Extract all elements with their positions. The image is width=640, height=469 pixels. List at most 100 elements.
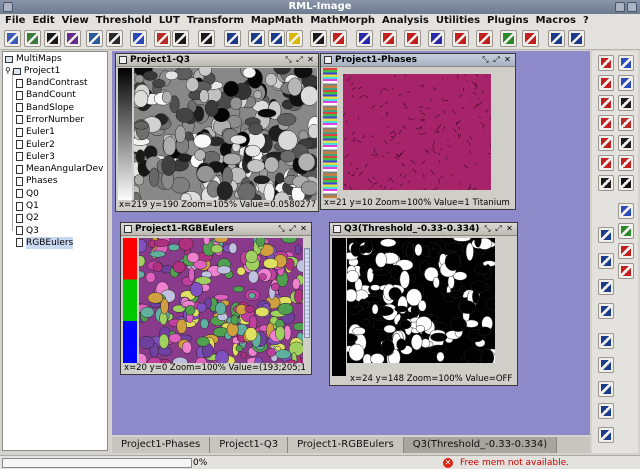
map6-tool[interactable] <box>598 357 614 373</box>
image5-button[interactable] <box>476 30 493 47</box>
menu-edit[interactable]: Edit <box>32 14 54 28</box>
roi2-button[interactable] <box>248 30 265 47</box>
image3-button[interactable] <box>428 30 445 47</box>
tab-project1-rgbeulers[interactable]: Project1-RGBEulers <box>288 437 404 453</box>
duplicate-button[interactable] <box>86 30 103 47</box>
maximize-icon[interactable]: ⤢ <box>492 56 501 65</box>
circle-tool[interactable] <box>618 175 634 191</box>
frame-header[interactable]: Project1-Q3 ⤡ ⤢ ✕ <box>116 54 318 67</box>
map7-tool[interactable] <box>598 381 614 397</box>
frame-header[interactable]: Project1-Phases ⤡ ⤢ ✕ <box>321 54 515 67</box>
tree-item-rgbeulers[interactable]: RGBEulers <box>16 236 74 249</box>
spectrum-tool[interactable] <box>618 115 634 131</box>
select-ellipse-tool[interactable] <box>598 75 614 91</box>
math-button[interactable] <box>330 30 347 47</box>
macro-button[interactable] <box>548 30 565 47</box>
crop-tool[interactable] <box>598 135 614 151</box>
map4-tool[interactable] <box>598 303 614 319</box>
zoom-button[interactable] <box>522 30 539 47</box>
filter-button[interactable] <box>356 30 373 47</box>
roi3-button[interactable] <box>268 30 285 47</box>
frame-phases[interactable]: Project1-Phases ⤡ ⤢ ✕ x=21 y=10 Zoom=100% … <box>320 53 516 210</box>
histogram-button[interactable] <box>172 30 189 47</box>
ring-tool[interactable] <box>618 223 634 239</box>
arrow-left-tool[interactable] <box>618 55 634 71</box>
tree-item-bandslope[interactable]: BandSlope <box>16 102 74 114</box>
close-icon[interactable]: ✕ <box>299 225 308 234</box>
menu-threshold[interactable]: Threshold <box>96 14 152 28</box>
iconify-icon[interactable]: ⤡ <box>481 56 490 65</box>
menu-help[interactable]: ? <box>583 14 589 28</box>
menu-view[interactable]: View <box>62 14 89 28</box>
square-tool[interactable] <box>598 155 614 171</box>
note-button[interactable] <box>286 30 303 47</box>
frame-menu-icon[interactable] <box>119 56 127 64</box>
image4-button[interactable] <box>452 30 469 47</box>
hkl-tool[interactable] <box>618 243 634 259</box>
maximize-icon[interactable]: ⤢ <box>288 225 297 234</box>
vertical-scrollbar[interactable] <box>304 248 310 338</box>
expand-icon[interactable]: ⚲ <box>5 65 11 77</box>
tree-item-q0[interactable]: Q0 <box>16 188 39 200</box>
tree-item-errornumber[interactable]: ErrorNumber <box>16 114 84 126</box>
map5-tool[interactable] <box>598 333 614 349</box>
menu-lut[interactable]: LUT <box>159 14 180 28</box>
frame-header[interactable]: Project1-RGBEulers ⤡ ⤢ ✕ <box>121 223 311 236</box>
maximize-icon[interactable]: ⤢ <box>295 56 304 65</box>
menu-plugins[interactable]: Plugins <box>487 14 529 28</box>
select-free-tool[interactable] <box>598 115 614 131</box>
image-button[interactable] <box>380 30 397 47</box>
close-icon[interactable]: ✕ <box>503 56 512 65</box>
tree-item-q2[interactable]: Q2 <box>16 212 39 224</box>
window-menu-icon[interactable] <box>3 2 13 12</box>
close-map-button[interactable] <box>106 30 123 47</box>
iconify-icon[interactable]: ⤡ <box>277 225 286 234</box>
image2-button[interactable] <box>404 30 421 47</box>
map9-tool[interactable] <box>598 427 614 443</box>
phases-image[interactable] <box>343 74 491 190</box>
menu-utilities[interactable]: Utilities <box>436 14 480 28</box>
minimize-button[interactable] <box>615 2 625 12</box>
map-tool[interactable] <box>598 227 614 243</box>
frame-threshold[interactable]: Q3(Threshold_-0.33-0.334) ⤡ ⤢ ✕ x=24 y=148… <box>329 222 518 386</box>
tree-item-phases[interactable]: Phases <box>16 175 58 187</box>
menu-transform[interactable]: Transform <box>187 14 244 28</box>
threshold-image[interactable] <box>347 238 495 363</box>
macro2-button[interactable] <box>568 30 585 47</box>
menu-mathmorph[interactable]: MathMorph <box>310 14 375 28</box>
refresh-button[interactable] <box>24 30 41 47</box>
map2-tool[interactable] <box>598 253 614 269</box>
close-icon[interactable]: ✕ <box>505 225 514 234</box>
tab-q3-threshold-0-33-0-334-[interactable]: Q3(Threshold_-0.33-0.334) <box>403 437 558 453</box>
rgbeulers-image[interactable] <box>139 238 303 364</box>
tree-item-q1[interactable]: Q1 <box>16 200 39 212</box>
frame-header[interactable]: Q3(Threshold_-0.33-0.334) ⤡ ⤢ ✕ <box>330 223 517 236</box>
select-poly-tool[interactable] <box>598 95 614 111</box>
flip-button[interactable] <box>310 30 327 47</box>
select-rect-tool[interactable] <box>598 55 614 71</box>
frame-q3[interactable]: Project1-Q3 ⤡ ⤢ ✕ x=219 y=190 Zoom=105% Va… <box>115 53 319 212</box>
close-icon[interactable]: ✕ <box>306 56 315 65</box>
threshold-button[interactable] <box>154 30 171 47</box>
menu-mapmath[interactable]: MapMath <box>251 14 303 28</box>
map8-tool[interactable] <box>598 403 614 419</box>
new-map-button[interactable] <box>64 30 81 47</box>
menu-file[interactable]: File <box>5 14 25 28</box>
close-button[interactable] <box>627 2 637 12</box>
menu-macros[interactable]: Macros <box>536 14 576 28</box>
iconify-icon[interactable]: ⤡ <box>483 225 492 234</box>
project-tree[interactable]: MultiMaps ⚲ Project1 BandContrast BandCou… <box>2 51 108 451</box>
tree-root-node[interactable]: MultiMaps <box>5 53 62 65</box>
merge-button[interactable] <box>500 30 517 47</box>
tree-item-euler3[interactable]: Euler3 <box>16 151 55 163</box>
profile-tool[interactable] <box>618 135 634 151</box>
pen-tool[interactable] <box>598 175 614 191</box>
tab-project1-phases[interactable]: Project1-Phases <box>112 437 211 453</box>
grid-tool[interactable] <box>618 155 634 171</box>
tree-item-meanangulardev[interactable]: MeanAngularDev <box>16 163 103 175</box>
frame-menu-icon[interactable] <box>333 225 341 233</box>
tree-item-bandcount[interactable]: BandCount <box>16 89 76 101</box>
tree-item-bandcontrast[interactable]: BandContrast <box>16 77 88 89</box>
tree-item-q3[interactable]: Q3 <box>16 225 39 237</box>
tree-item-euler1[interactable]: Euler1 <box>16 126 55 138</box>
